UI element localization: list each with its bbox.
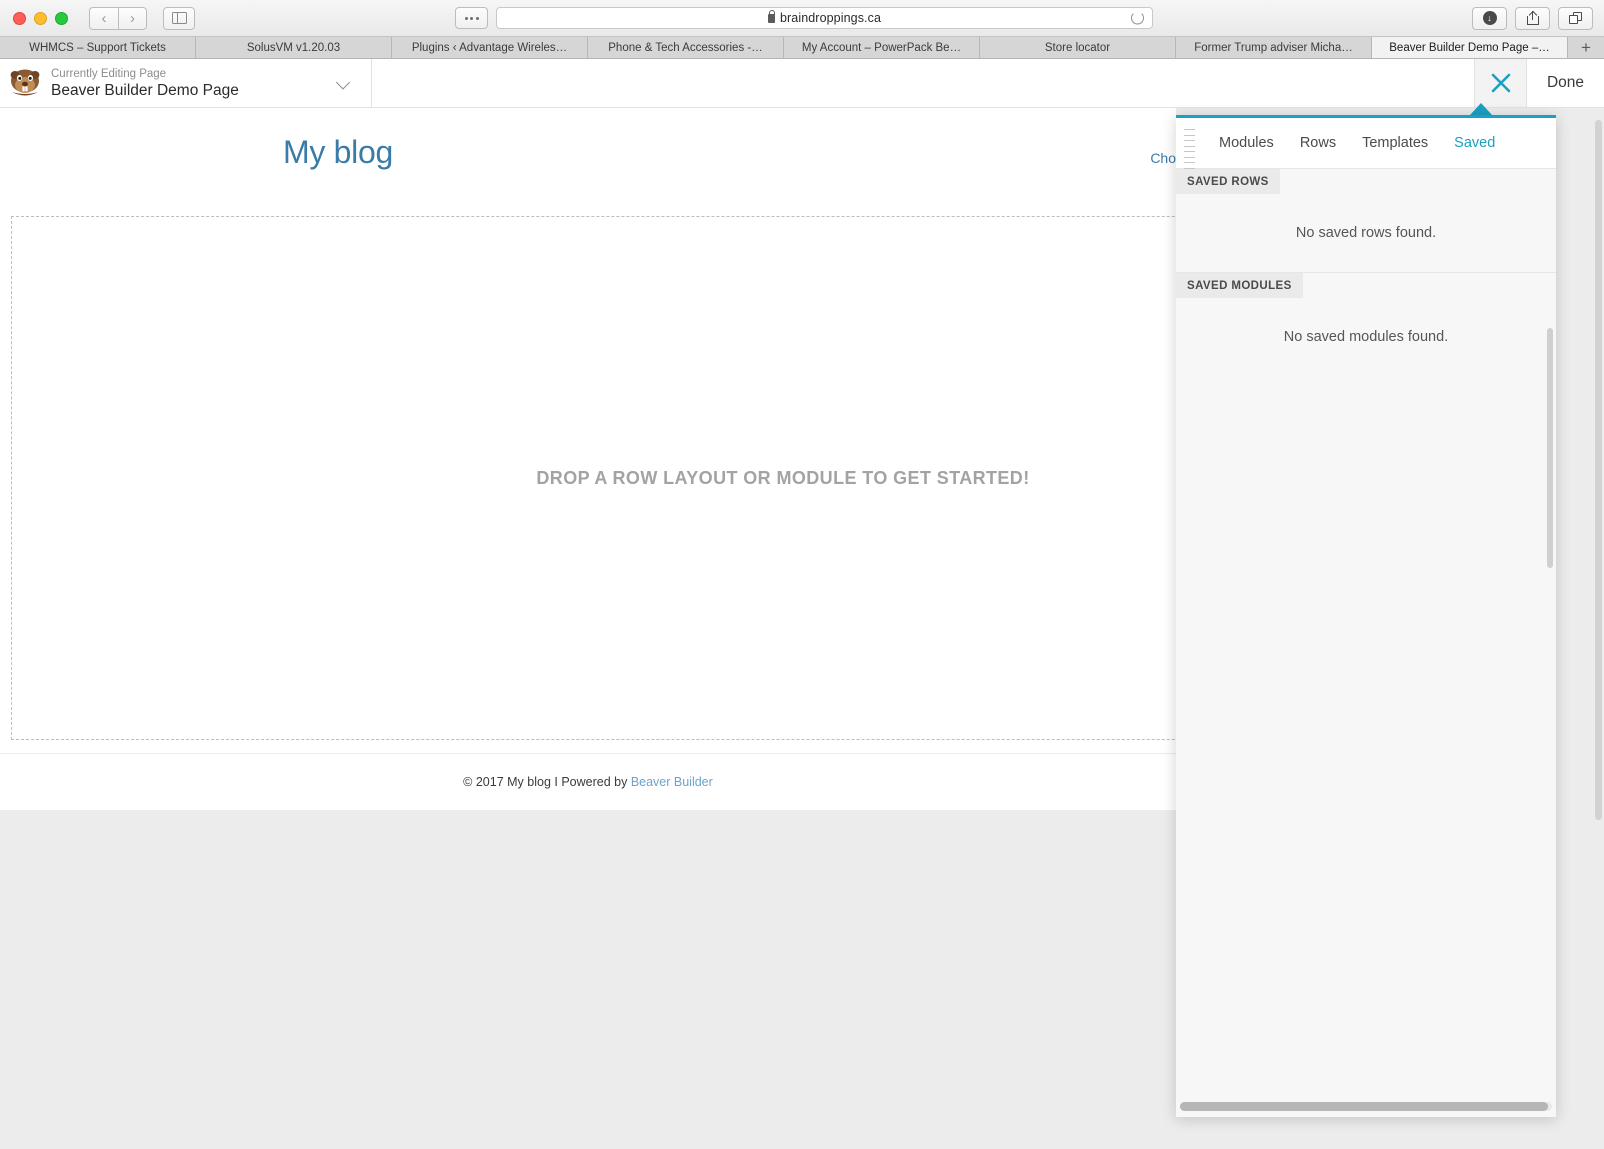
tab-saved[interactable]: Saved (1441, 118, 1508, 168)
tab-overview-button[interactable] (1558, 6, 1593, 30)
site-preview: My blog Cho DROP A ROW LAYOUT OR MODULE … (0, 108, 1176, 810)
navigation-buttons: ‹ › (89, 6, 147, 30)
editing-page-title: Beaver Builder Demo Page (51, 81, 239, 99)
saved-rows-empty-state: No saved rows found. (1295, 225, 1437, 241)
panel-tab-bar: Modules Rows Templates Saved (1176, 118, 1556, 169)
site-logo[interactable]: My blog (283, 134, 393, 171)
panel-pointer-arrow (1470, 103, 1492, 115)
browser-tab[interactable]: Phone & Tech Accessories -… (588, 37, 784, 58)
browser-tab[interactable]: Former Trump adviser Micha… (1176, 37, 1372, 58)
show-sidebar-button[interactable] (163, 6, 195, 30)
builder-bar-actions: Done (1474, 59, 1604, 107)
chevron-down-icon[interactable] (338, 78, 349, 89)
screen: ‹ › braindroppings.ca ↓ WHMCS – Support … (0, 0, 1604, 1149)
page-background-bottom (0, 810, 1176, 1149)
reload-icon[interactable] (1131, 11, 1144, 25)
ellipsis-icon (464, 16, 468, 20)
tab-templates[interactable]: Templates (1349, 118, 1441, 168)
new-tab-button[interactable]: + (1568, 37, 1604, 58)
done-button[interactable]: Done (1526, 59, 1604, 107)
saved-modules-heading: SAVED MODULES (1176, 273, 1303, 298)
sidebar-icon (171, 11, 187, 25)
panel-drag-handle[interactable] (1184, 127, 1197, 171)
browser-tab-bar: WHMCS – Support Tickets SolusVM v1.20.03… (0, 37, 1604, 59)
builder-admin-bar: Currently Editing Page Beaver Builder De… (0, 59, 1604, 108)
downloads-button[interactable]: ↓ (1472, 6, 1507, 30)
tab-overview-icon (1569, 11, 1582, 25)
site-nav-link-clipped[interactable]: Cho (1150, 150, 1176, 166)
url-text: braindroppings.ca (779, 11, 882, 25)
saved-rows-section: SAVED ROWS (1176, 169, 1556, 194)
browser-toolbar: ‹ › braindroppings.ca ↓ (0, 0, 1604, 37)
browser-tab-active[interactable]: Beaver Builder Demo Page –… (1372, 37, 1568, 58)
tab-modules[interactable]: Modules (1206, 118, 1287, 168)
footer-credit: © 2017 My blog I Powered by Beaver Build… (463, 775, 713, 789)
browser-tab[interactable]: My Account – PowerPack Be… (784, 37, 980, 58)
site-footer: © 2017 My blog I Powered by Beaver Build… (0, 753, 1176, 810)
saved-rows-heading: SAVED ROWS (1176, 169, 1280, 194)
saved-modules-empty-state: No saved modules found. (1283, 329, 1449, 345)
window-scrollbar-vertical[interactable] (1595, 120, 1602, 820)
close-panel-button[interactable] (1474, 59, 1526, 107)
share-button[interactable] (1515, 6, 1550, 30)
maximize-window-button[interactable] (55, 11, 68, 25)
drop-zone-text: DROP A ROW LAYOUT OR MODULE TO GET START… (536, 467, 1030, 488)
address-bar[interactable]: braindroppings.ca (496, 7, 1153, 29)
browser-tab[interactable]: Store locator (980, 37, 1176, 58)
browser-tab[interactable]: WHMCS – Support Tickets (0, 37, 196, 58)
footer-credit-text: © 2017 My blog I Powered by (463, 775, 631, 789)
download-icon: ↓ (1482, 11, 1497, 25)
editing-subtitle: Currently Editing Page (51, 67, 167, 80)
close-icon (1489, 71, 1513, 95)
builder-content-panel: Modules Rows Templates Saved SAVED ROWS … (1176, 115, 1556, 1117)
saved-modules-section: SAVED MODULES (1176, 273, 1556, 298)
chevron-left-icon: ‹ (101, 9, 107, 27)
beaver-builder-link[interactable]: Beaver Builder (631, 775, 713, 789)
panel-scrollbar-vertical[interactable] (1547, 328, 1553, 568)
browser-tab[interactable]: SolusVM v1.20.03 (196, 37, 392, 58)
minimize-window-button[interactable] (34, 11, 47, 25)
chevron-right-icon: › (130, 9, 135, 27)
drop-zone[interactable]: DROP A ROW LAYOUT OR MODULE TO GET START… (11, 216, 1176, 740)
ellipsis-icon (470, 16, 473, 20)
site-header: My blog Cho (0, 108, 1176, 208)
browser-tab[interactable]: Plugins ‹ Advantage Wireles… (392, 37, 588, 58)
ellipsis-icon (475, 16, 479, 20)
toolbar-right-actions: ↓ (1472, 6, 1593, 30)
close-window-button[interactable] (13, 11, 26, 25)
lock-icon (767, 9, 776, 23)
back-button[interactable]: ‹ (89, 6, 118, 30)
window-controls (13, 11, 68, 25)
currently-editing-page-button[interactable]: Currently Editing Page Beaver Builder De… (0, 59, 372, 107)
panel-scrollbar-horizontal[interactable] (1180, 1102, 1552, 1111)
share-icon (1526, 10, 1539, 25)
more-toolbar-items-button[interactable] (455, 7, 488, 29)
forward-button[interactable]: › (118, 6, 147, 30)
beaver-logo-icon (8, 66, 42, 100)
tab-rows[interactable]: Rows (1287, 118, 1349, 168)
